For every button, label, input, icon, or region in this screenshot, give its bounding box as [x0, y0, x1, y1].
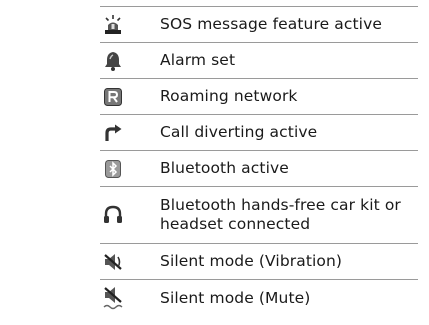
silent-vibration-label: Silent mode (Vibration)	[160, 252, 343, 270]
headset-label-line-1: Bluetooth hands-free car kit or	[160, 196, 401, 214]
headset-icon	[100, 204, 144, 226]
bluetooth-label: Bluetooth active	[160, 159, 289, 177]
table-row-sos: SOS message feature active	[100, 7, 418, 43]
table-row-bluetooth: Bluetooth active	[100, 151, 418, 187]
call-divert-arrow-icon	[100, 122, 144, 144]
table-row-silent-mute: Silent mode (Mute)	[100, 280, 418, 316]
table-row-headset: Bluetooth hands-free car kit or headset …	[100, 187, 418, 244]
alarm-label: Alarm set	[160, 51, 236, 69]
table-row-roaming: Roaming network	[100, 79, 418, 115]
headset-label-line-2: headset connected	[160, 215, 311, 233]
roaming-r-icon	[100, 86, 144, 108]
sos-label: SOS message feature active	[160, 15, 382, 33]
headset-label: Bluetooth hands-free car kit or headset …	[144, 196, 418, 234]
bluetooth-icon	[100, 158, 144, 180]
call-divert-label: Call diverting active	[160, 123, 318, 141]
status-icon-table: SOS message feature active Alarm set Roa…	[100, 6, 418, 316]
alarm-bell-icon	[100, 50, 144, 72]
silent-mute-icon	[100, 285, 144, 311]
table-row-alarm: Alarm set	[100, 43, 418, 79]
table-row-silent-vibration: Silent mode (Vibration)	[100, 244, 418, 280]
table-row-call-divert: Call diverting active	[100, 115, 418, 151]
roaming-label: Roaming network	[160, 87, 298, 105]
silent-mute-label: Silent mode (Mute)	[160, 288, 311, 307]
sos-beacon-icon	[100, 14, 144, 36]
silent-vibration-icon	[100, 251, 144, 273]
